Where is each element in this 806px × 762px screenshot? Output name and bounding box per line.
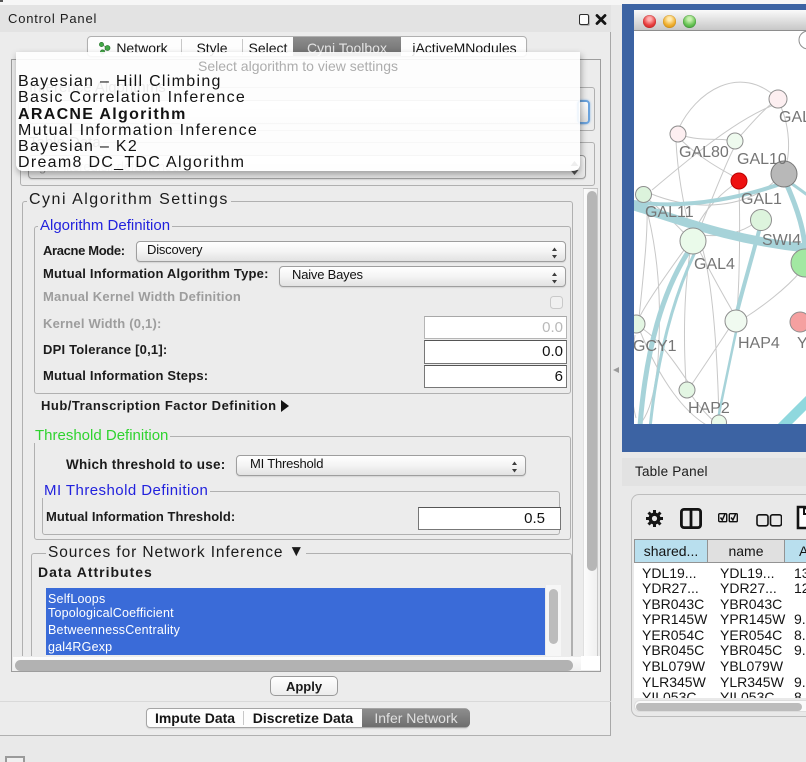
svg-text:GAL1: GAL1 bbox=[741, 191, 782, 208]
svg-text:GAL: GAL bbox=[779, 109, 806, 126]
svg-text:HAP2: HAP2 bbox=[688, 400, 730, 417]
svg-text:SWI4: SWI4 bbox=[762, 232, 801, 249]
svg-text:GAL11: GAL11 bbox=[645, 204, 694, 221]
svg-text:GAL10: GAL10 bbox=[737, 151, 787, 168]
svg-text:GAL80: GAL80 bbox=[679, 144, 729, 161]
svg-text:GAL4: GAL4 bbox=[694, 256, 735, 273]
svg-text:Y: Y bbox=[797, 335, 806, 352]
svg-text:GCY1: GCY1 bbox=[634, 338, 677, 355]
svg-text:HAP4: HAP4 bbox=[738, 335, 780, 352]
